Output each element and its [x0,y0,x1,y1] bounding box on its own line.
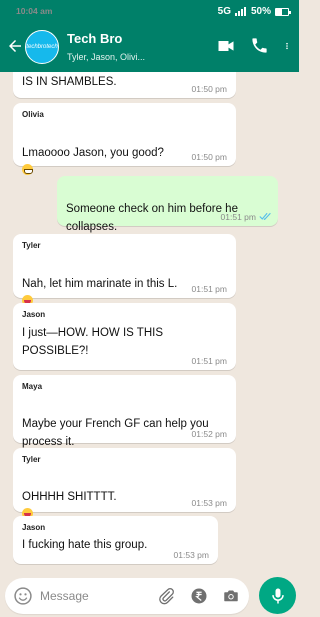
sender-name: Jason [22,523,46,532]
payment-icon[interactable] [190,587,208,605]
message-bubble[interactable]: Tyler OHHHH SHITTTT. 01:53 pm [13,448,236,555]
message-time: 01:51 pm [191,356,227,366]
message-text: I just—HOW. HOW IS THIS POSSIBLE?! [22,327,163,357]
message-bubble[interactable]: Jason I fucking hate this group. 01:53 p… [13,516,218,564]
message-time: 01:51 pm [191,284,227,294]
message-text-content: Lmaoooo Jason, you good? [22,147,164,159]
battery-icon [275,7,291,16]
status-icons: 5G 50% [217,6,291,17]
group-avatar[interactable]: techbrotech [25,30,59,64]
status-bar: 10:04 am 5G 50% [0,0,299,22]
message-bubble[interactable]: Maya Maybe your French GF can help you p… [13,375,236,464]
signal-icon [234,7,247,16]
back-arrow-icon[interactable] [6,37,24,55]
message-time: 01:53 pm [173,550,209,560]
message-text-content: Someone check on him before he collapses… [66,203,238,233]
message-placeholder: Message [40,589,89,603]
voice-call-icon[interactable] [250,36,269,55]
camera-icon[interactable] [222,587,240,605]
battery-percent: 50% [250,6,271,17]
sender-name: Jason [22,310,46,319]
double-tick-icon [259,212,271,221]
message-time: 01:50 pm [191,84,227,94]
sender-name: Olivia [22,110,44,119]
chat-header: techbrotech Tech Bro Tyler, Jason, Olivi… [0,22,299,72]
avatar-text: techbrotech [26,44,58,50]
message-text: I fucking hate this group. [22,539,148,551]
network-label: 5G [217,6,231,17]
group-members[interactable]: Tyler, Jason, Olivi... [67,52,145,62]
message-bubble[interactable]: Jason I just—HOW. HOW IS THIS POSSIBLE?!… [13,303,236,370]
message-text-content: Maybe your French GF can help you proces… [22,418,209,448]
message-input[interactable]: Message [5,578,249,614]
header-actions [216,36,291,56]
message-composer: Message [0,575,299,617]
message-bubble[interactable]: IS IN SHAMBLES. 01:50 pm [13,72,236,98]
mic-button[interactable] [259,577,296,614]
message-bubble[interactable]: Olivia Lmaoooo Jason, you good? 01:50 pm [13,103,236,175]
mic-icon [271,588,284,603]
message-list[interactable]: IS IN SHAMBLES. 01:50 pm Olivia Lmaoooo … [0,72,299,575]
outgoing-message-bubble[interactable]: Someone check on him before he collapses… [57,176,278,249]
video-call-icon[interactable] [216,36,236,56]
sender-name: Maya [22,382,43,391]
message-time: 01:50 pm [191,152,227,162]
emoji-icon[interactable] [13,586,33,606]
message-text: Lmaoooo Jason, you good? [22,126,164,180]
group-name[interactable]: Tech Bro [67,31,122,46]
message-text-content: Nah, let him marinate in this L. [22,278,178,290]
message-text-content: OHHHH SHITTTT. [22,491,117,503]
sender-name: Tyler [22,241,41,250]
attach-icon[interactable] [157,587,175,605]
more-options-icon[interactable] [283,36,291,56]
message-time: 01:53 pm [191,498,227,508]
message-bubble[interactable]: Tyler Nah, let him marinate in this L. 0… [13,234,236,306]
grinning-face-icon [22,164,33,175]
message-time: 01:52 pm [191,429,227,439]
message-time: 01:51 pm [220,212,256,222]
sender-name: Tyler [22,455,41,464]
message-text: IS IN SHAMBLES. [22,76,117,88]
